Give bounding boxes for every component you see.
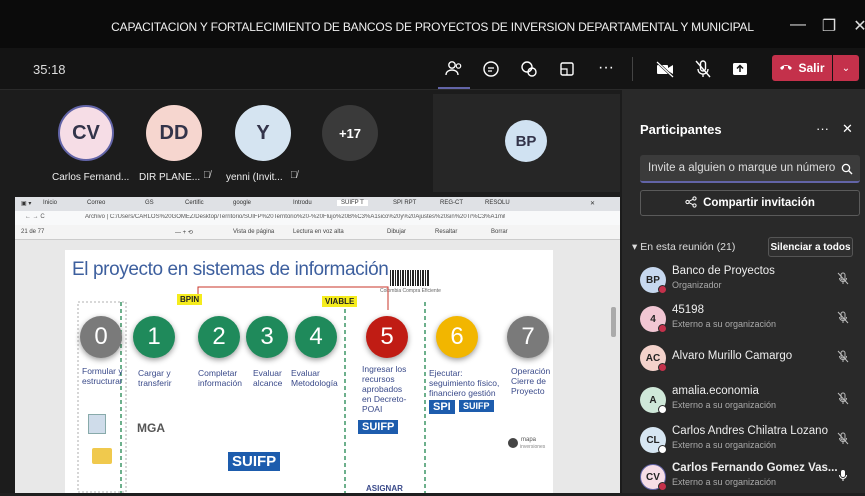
map-pin-icon	[508, 438, 518, 448]
step-3: 3	[246, 316, 288, 358]
spi-logo: SPI	[429, 400, 455, 414]
search-icon[interactable]	[841, 162, 853, 175]
mic-on-icon[interactable]	[836, 468, 850, 482]
asignar-label: ASIGNAR	[366, 484, 403, 493]
bpin-tag: BPIN	[177, 294, 203, 305]
mga-logo: MGA	[137, 421, 165, 435]
status-dot	[658, 405, 667, 414]
status-dot	[658, 482, 667, 491]
participant-row[interactable]: CL Carlos Andres Chilatra Lozano Externo…	[640, 423, 860, 459]
search-placeholder: Invite a alguien o marque un número	[648, 162, 836, 174]
mic-off-icon[interactable]	[836, 431, 850, 445]
step-6: 6	[436, 316, 478, 358]
mapa-subtitle: inversiones	[520, 444, 546, 450]
step-5-label: Ingresar los recursos aprobados en Decre…	[362, 364, 407, 414]
participant-role: Organizador	[672, 280, 722, 290]
participant-name: amalia.economia	[672, 385, 759, 397]
share-icon	[685, 195, 697, 211]
status-dot	[658, 445, 667, 454]
mic-off-icon[interactable]	[836, 391, 850, 405]
in-meeting-count: En esta reunión (21)	[640, 241, 736, 253]
step-0: 0	[80, 316, 122, 358]
invite-search-input[interactable]: Invite a alguien o marque un número	[640, 155, 860, 183]
participant-role: Externo a su organización	[672, 477, 777, 487]
step-2-label: Completar información	[198, 368, 242, 388]
status-dot	[658, 285, 667, 294]
step-1: 1	[133, 316, 175, 358]
step-4: 4	[295, 316, 337, 358]
status-dot	[658, 363, 667, 372]
close-panel-icon[interactable]: ✕	[842, 121, 853, 137]
participant-name: Carlos Fernando Gomez Vas...	[672, 462, 838, 474]
status-dot	[658, 324, 667, 333]
mapa-logo: mapa	[521, 437, 537, 443]
document-icon	[88, 414, 106, 434]
suifp-logo-2: SUIFP	[459, 400, 494, 412]
mic-off-icon[interactable]	[836, 310, 850, 324]
step-4-label: Evaluar Metodología	[291, 368, 338, 388]
participant-row[interactable]: AC Alvaro Murillo Camargo	[640, 341, 860, 377]
participant-name: 45198	[672, 304, 704, 316]
step-2: 2	[198, 316, 240, 358]
step-7-label: Operación Cierre de Proyecto	[511, 366, 551, 396]
more-options-icon[interactable]: ···	[816, 121, 829, 136]
viable-tag: VIABLE	[322, 296, 358, 307]
suifp-logo: SUIFP	[228, 452, 281, 471]
suifp-small-logo: SUIFP	[358, 420, 399, 434]
mute-all-button[interactable]: Silenciar a todos	[768, 237, 853, 257]
participant-name: Alvaro Murillo Camargo	[672, 350, 793, 362]
step-1-label: Cargar y transferir	[138, 368, 172, 388]
share-invite-button[interactable]: Compartir invitación	[640, 190, 860, 216]
participant-row[interactable]: 4 45198 Externo a su organización	[640, 302, 860, 338]
participant-role: Externo a su organización	[672, 319, 777, 329]
participant-row[interactable]: CV Carlos Fernando Gomez Vas... Externo …	[640, 460, 860, 496]
participant-role: Externo a su organización	[672, 440, 777, 450]
step-7: 7	[507, 316, 549, 358]
participant-name: Banco de Proyectos	[672, 265, 775, 277]
in-meeting-header[interactable]: ▾ En esta reunión (21)	[632, 241, 735, 253]
share-invite-label: Compartir invitación	[703, 197, 815, 209]
participant-row[interactable]: BP Banco de Proyectos Organizador	[640, 263, 860, 299]
participant-name: Carlos Andres Chilatra Lozano	[672, 425, 828, 437]
panel-title: Participantes	[640, 122, 722, 137]
step-3-label: Evaluar alcance	[253, 368, 283, 388]
step-0-label: Formular y estructurar	[82, 366, 123, 386]
participant-row[interactable]: A amalia.economia Externo a su organizac…	[640, 383, 860, 419]
mic-off-icon[interactable]	[836, 271, 850, 285]
step-5: 5	[366, 316, 408, 358]
mic-off-icon[interactable]	[836, 349, 850, 363]
folder-icon	[92, 448, 112, 464]
step-6-label: Ejecutar: seguimiento físico, financiero…	[429, 368, 500, 398]
participant-role: Externo a su organización	[672, 400, 777, 410]
